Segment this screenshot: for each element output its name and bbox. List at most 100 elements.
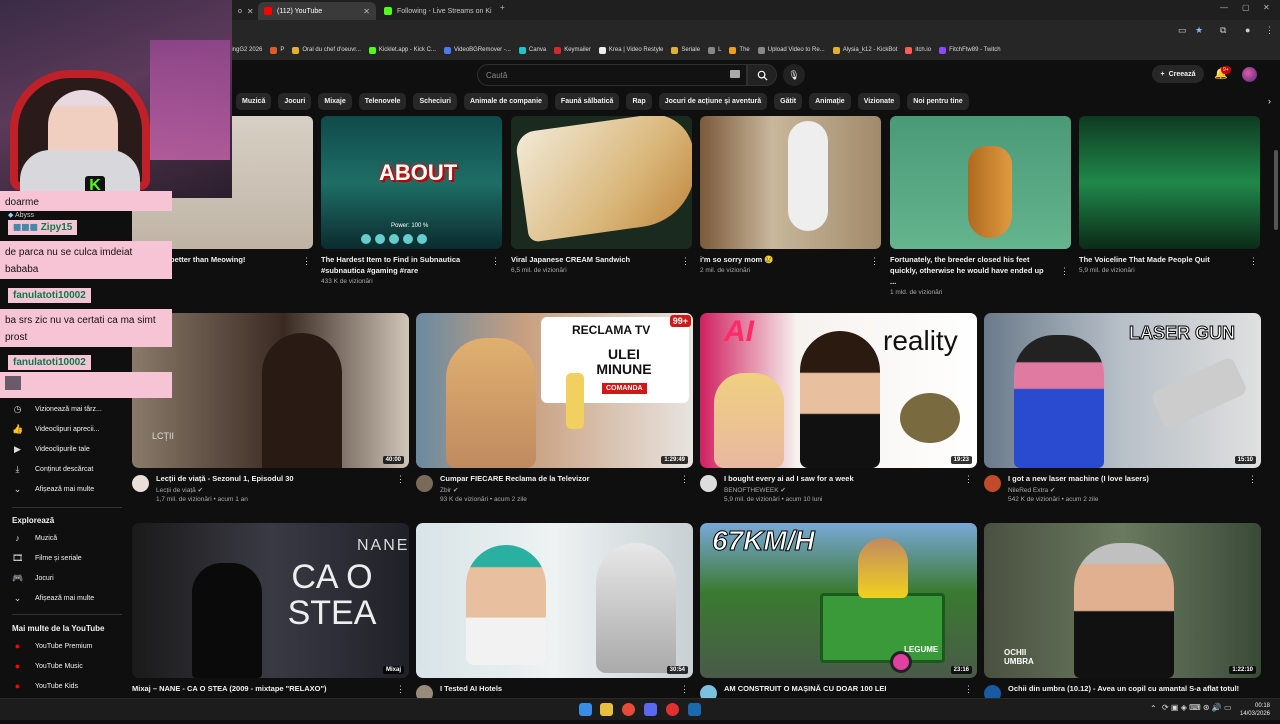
more-options-icon[interactable]: ⋮ [491,256,500,267]
close-tab-icon[interactable]: ✕ [363,7,370,16]
short-thumbnail[interactable] [700,116,881,249]
short-title[interactable]: The Hardest Item to Find in Subnautica #… [321,254,481,276]
chip[interactable]: Scheciuri [413,93,457,110]
bookmark[interactable]: Oral du chef d'oeuvr... [292,46,361,54]
video-title[interactable]: AM CONSTRUIT O MAȘINĂ CU DOAR 100 LEI [724,684,964,693]
bookmark[interactable]: L [708,46,721,54]
short-thumbnail[interactable] [1079,116,1260,249]
short-card[interactable]: Viral Japanese CREAM Sandwich 6,5 mil. d… [511,116,692,274]
chip[interactable]: Jocuri [278,93,312,110]
short-title[interactable]: Fortunately, the breeder closed his feet… [890,254,1050,287]
profile-icon[interactable]: ● [1245,25,1250,35]
more-options-icon[interactable]: ⋮ [1249,256,1258,267]
short-thumbnail[interactable] [511,116,692,249]
more-options-icon[interactable]: ⋮ [964,474,973,485]
short-card[interactable]: ABOUT Power: 100 % The Hardest Item to F… [321,116,502,285]
short-thumbnail[interactable] [890,116,1071,249]
chip[interactable]: Animație [809,93,851,110]
tray-icons[interactable]: ⟳ ▣ ◈ ⌨ ⊛ 🔊 ▭ [1162,703,1232,712]
video-thumbnail[interactable]: NANE CA O STEA Mixaj [132,523,409,678]
browser-tab[interactable]: o ✕ [232,2,256,20]
search-input[interactable]: Caută [477,64,747,86]
short-card[interactable]: The Voiceline That Made People Quit 5,9 … [1079,116,1260,274]
system-clock[interactable]: 00:18 14/03/2026 [1240,702,1270,718]
video-card[interactable]: NANE CA O STEA Mixaj Mixaj – NANE - CA O… [132,523,409,724]
close-tab-icon[interactable]: ✕ [247,7,254,16]
chip[interactable]: Vizionate [857,93,901,110]
video-card[interactable]: 30:54 I Tested AI Hotels ⋮ [416,523,693,724]
chrome-icon[interactable] [622,703,635,716]
bookmark[interactable]: Seriale [671,46,700,54]
chip[interactable]: Mixaje [318,93,352,110]
channel-avatar[interactable] [132,475,149,492]
video-card[interactable]: LCȚII 40:00 Lecții de viață - Sezonul 1,… [132,313,409,514]
steam-icon[interactable] [688,703,701,716]
sidebar-show-more[interactable]: ⌄ Afișează mai multe [12,593,94,604]
video-thumbnail[interactable]: 30:54 [416,523,693,678]
close-window-icon[interactable]: ✕ [1263,3,1270,12]
channel-name[interactable]: BENOFTHEWEEK ✔ [724,486,977,494]
more-options-icon[interactable]: ⋮ [681,256,690,267]
create-button[interactable]: + Creează [1152,65,1204,83]
sidebar-item-downloads[interactable]: ⤓ Conținut descărcat [12,464,94,475]
video-title[interactable]: I got a new laser machine (I love lasers… [1008,474,1248,483]
sidebar-item-watch-later[interactable]: ◷ Vizionează mai târz... [12,404,102,415]
channel-name[interactable]: Lecții de viață ✔ [156,486,409,494]
browser-tab-kick[interactable]: Following - Live Streams on Ki✕ [378,2,496,20]
minimize-icon[interactable]: — [1220,3,1228,12]
bookmark[interactable]: Canva [518,46,546,54]
video-card[interactable]: AI reality 19:23 I bought every ai ad I … [700,313,977,514]
menu-icon[interactable]: ⋮ [1265,25,1274,36]
chip[interactable]: Faună sălbatică [554,93,620,110]
bookmark[interactable]: Alysia_k12 - KickBot [832,46,897,54]
sidebar-item-youtube-premium[interactable]: ● YouTube Premium [12,641,93,651]
video-card[interactable]: LASER GUN 15:10 I got a new laser machin… [984,313,1261,514]
channel-name[interactable]: Zbir ✔ [440,486,693,494]
sidebar-item-your-videos[interactable]: ▶ Videoclipurile tale [12,444,90,455]
maximize-icon[interactable]: ▢ [1242,3,1250,12]
user-avatar[interactable] [1242,67,1257,82]
page-scrollbar[interactable] [1274,150,1278,230]
sidebar-item-youtube-music[interactable]: ● YouTube Music [12,661,83,671]
chip[interactable]: Muzică [236,93,272,110]
video-thumbnail[interactable]: RECLAMA TV ULEI MINUNE COMANDA 99+ 1:29:… [416,313,693,468]
video-card[interactable]: OCHII UMBRA 1:22:10 Ochii din umbra (10.… [984,523,1261,724]
file-explorer-icon[interactable] [600,703,613,716]
video-thumbnail[interactable]: LCȚII 40:00 [132,313,409,468]
chip[interactable]: Telenovele [358,93,407,110]
sidebar-item-music[interactable]: ♪ Muzică [12,533,57,543]
bookmark[interactable]: itch.io [905,46,931,54]
short-thumbnail[interactable]: ABOUT Power: 100 % [321,116,502,249]
tray-chevron-icon[interactable]: ⌃ [1150,704,1157,713]
bookmark[interactable]: ningG2 2026 [228,47,262,53]
more-options-icon[interactable]: ⋮ [680,474,689,485]
more-options-icon[interactable]: ⋮ [680,684,689,695]
short-card[interactable]: i'm so sorry mom 😢 2 mil. de vizionări ⋮ [700,116,881,274]
bookmark[interactable]: The [729,46,750,54]
video-thumbnail[interactable]: OCHII UMBRA 1:22:10 [984,523,1261,678]
more-options-icon[interactable]: ⋮ [1248,474,1257,485]
search-button[interactable] [747,64,777,86]
short-card[interactable]: Fortunately, the breeder closed his feet… [890,116,1071,296]
channel-avatar[interactable] [700,475,717,492]
bookmark[interactable]: VideoBGRemover -... [443,46,511,54]
keyboard-icon[interactable] [730,70,740,78]
chip[interactable]: Jocuri de acțiune și aventură [658,93,768,110]
bookmark[interactable]: P [270,46,284,54]
new-tab-button[interactable]: + [500,3,505,12]
obs-icon[interactable] [666,703,679,716]
bookmark[interactable]: Keymailer [554,46,591,54]
bookmark[interactable]: FitchFtw89 - Twitch [939,46,1001,54]
chip[interactable]: Rap [626,93,652,110]
browser-tab-youtube[interactable]: (112) YouTube ✕ [258,2,376,20]
short-title[interactable]: i'm so sorry mom 😢 [700,254,860,265]
sidebar-item-liked-videos[interactable]: 👍 Videoclipuri aprecii... [12,424,99,435]
video-card[interactable]: RECLAMA TV ULEI MINUNE COMANDA 99+ 1:29:… [416,313,693,514]
extensions-icon[interactable]: ⧉ [1220,25,1226,36]
channel-avatar[interactable] [984,475,1001,492]
more-options-icon[interactable]: ⋮ [964,684,973,695]
windows-start-icon[interactable] [579,703,592,716]
more-options-icon[interactable]: ⋮ [302,256,311,267]
chip[interactable]: Gătit [774,93,803,110]
channel-avatar[interactable] [416,475,433,492]
